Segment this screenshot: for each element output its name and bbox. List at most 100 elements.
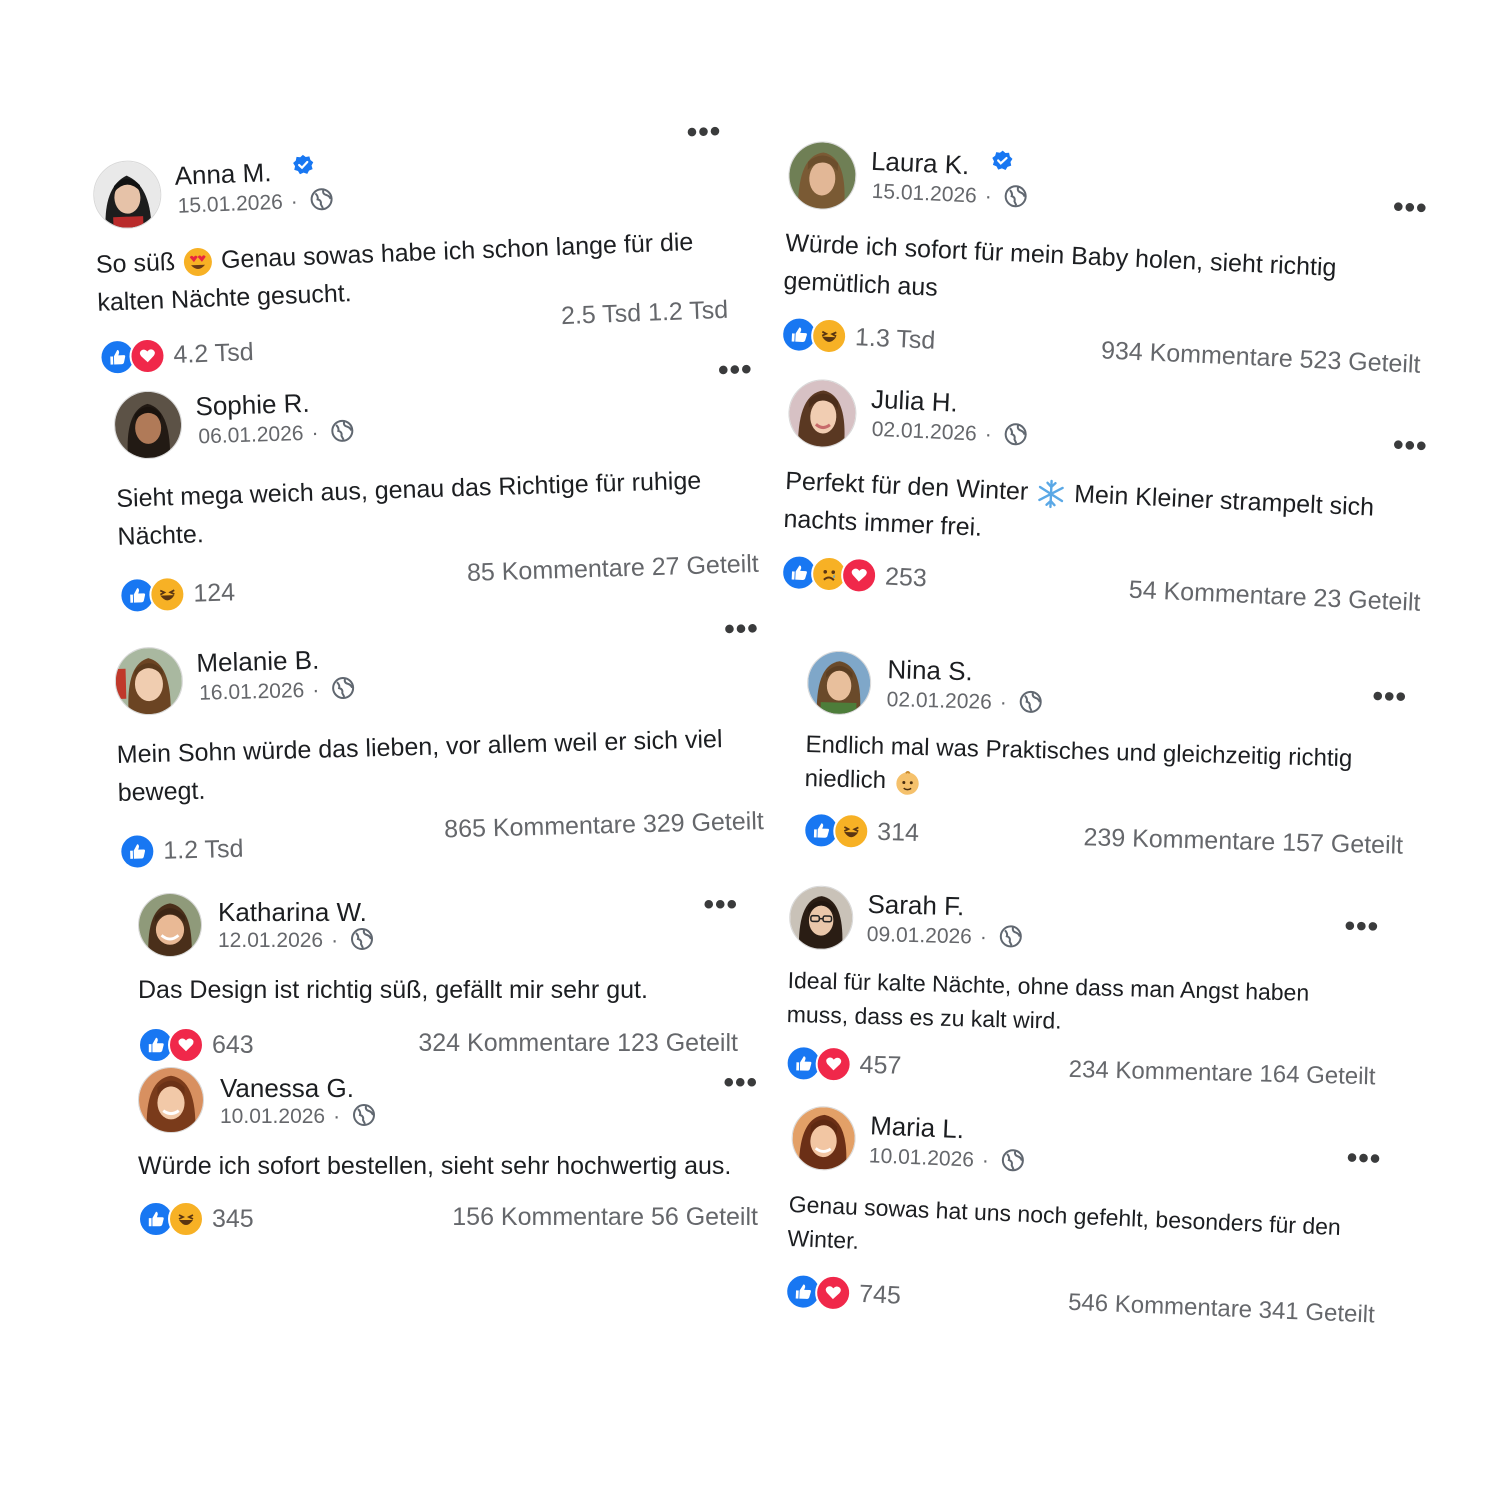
- reaction-count: 124: [192, 577, 236, 608]
- globe-icon: [1001, 1149, 1024, 1172]
- post-meta: 12.01.2026 ·: [218, 928, 374, 953]
- comment-card: Katharina W. 12.01.2026 · ••• Das Design …: [138, 890, 738, 1071]
- reaction-summary[interactable]: 253: [780, 553, 928, 597]
- post-meta: 06.01.2026 ·: [198, 420, 355, 449]
- comment-share-stats[interactable]: 2.5 Tsd 1.2 Tsd: [560, 296, 728, 331]
- author-name[interactable]: Sarah F.: [867, 889, 965, 922]
- comment-share-stats[interactable]: 234 Kommentare 164 Geteilt: [1068, 1056, 1375, 1091]
- comment-text: Perfekt für den Winter Mein Kleiner stram…: [782, 466, 1375, 542]
- reaction-summary[interactable]: 1.2 Tsd: [118, 831, 244, 870]
- meta-separator: ·: [311, 421, 319, 445]
- avatar[interactable]: [113, 389, 184, 460]
- more-horizontal-icon[interactable]: •••: [1392, 190, 1428, 225]
- post-date[interactable]: 10.01.2026: [868, 1144, 974, 1171]
- haha-reaction-icon: [810, 317, 848, 355]
- post-date[interactable]: 02.01.2026: [886, 688, 992, 714]
- post-meta: 16.01.2026 ·: [199, 677, 356, 706]
- reaction-count: 745: [858, 1279, 902, 1310]
- globe-icon: [1004, 185, 1027, 208]
- reaction-summary[interactable]: 124: [118, 574, 236, 614]
- author-name[interactable]: Sophie R.: [195, 388, 310, 423]
- avatar[interactable]: [788, 885, 854, 951]
- comment-share-stats[interactable]: 239 Kommentare 157 Geteilt: [1083, 823, 1403, 860]
- comment-share-stats[interactable]: 85 Kommentare 27 Geteilt: [467, 550, 760, 588]
- post-date[interactable]: 09.01.2026: [867, 923, 973, 949]
- more-horizontal-icon[interactable]: •••: [686, 115, 722, 149]
- avatar[interactable]: [806, 650, 872, 716]
- reaction-summary[interactable]: 1.3 Tsd: [780, 315, 936, 359]
- globe-icon: [1004, 423, 1027, 446]
- more-horizontal-icon[interactable]: •••: [718, 353, 754, 387]
- author-name[interactable]: Nina S.: [887, 654, 973, 687]
- author-name[interactable]: Katharina W.: [218, 897, 367, 928]
- globe-icon: [353, 1104, 376, 1127]
- comment-share-stats[interactable]: 324 Kommentare 123 Geteilt: [418, 1029, 738, 1058]
- comment-share-stats[interactable]: 54 Kommentare 23 Geteilt: [1128, 576, 1421, 618]
- more-horizontal-icon[interactable]: •••: [1344, 910, 1379, 944]
- comment-share-stats[interactable]: 934 Kommentare 523 Geteilt: [1100, 336, 1422, 379]
- comment-share-stats[interactable]: 156 Kommentare 56 Geteilt: [452, 1203, 758, 1232]
- comment-card: Vanessa G. 10.01.2026 · ••• Würde ich sof…: [138, 1067, 758, 1245]
- avatar[interactable]: [92, 159, 163, 230]
- reaction-summary[interactable]: 643: [138, 1027, 254, 1063]
- author-name[interactable]: Laura K.: [870, 146, 1013, 183]
- more-horizontal-icon[interactable]: •••: [1346, 1141, 1382, 1175]
- comment-card: Sarah F. 09.01.2026 · ••• Ideal für kalte…: [785, 885, 1380, 1103]
- comment-share-stats[interactable]: 865 Kommentare 329 Geteilt: [444, 807, 764, 844]
- reaction-summary[interactable]: 745: [784, 1272, 902, 1314]
- post-date[interactable]: 10.01.2026: [220, 1105, 325, 1128]
- author-name[interactable]: Julia H.: [870, 384, 958, 419]
- avatar[interactable]: [138, 893, 202, 957]
- reaction-count: 4.2 Tsd: [172, 337, 255, 369]
- avatar[interactable]: [138, 1067, 204, 1133]
- globe-icon: [331, 420, 354, 443]
- more-horizontal-icon[interactable]: •••: [723, 1068, 758, 1098]
- post-date[interactable]: 06.01.2026: [198, 422, 304, 448]
- like-reaction-icon: [118, 832, 156, 870]
- meta-separator: ·: [979, 925, 988, 949]
- more-horizontal-icon[interactable]: •••: [703, 890, 738, 920]
- comment-card: Sophie R. 06.01.2026 · ••• Sieht mega wei…: [113, 353, 760, 622]
- haha-reaction-icon: [148, 575, 186, 613]
- meta-separator: ·: [984, 422, 993, 447]
- author-name[interactable]: Melanie B.: [196, 645, 320, 679]
- author-name[interactable]: Vanessa G.: [220, 1073, 354, 1104]
- post-meta: 10.01.2026 ·: [868, 1144, 1025, 1175]
- post-date[interactable]: 12.01.2026: [218, 929, 323, 952]
- avatar[interactable]: [786, 378, 858, 450]
- comment-text: Würde ich sofort für mein Baby holen, si…: [782, 228, 1338, 302]
- meta-separator: ·: [981, 1148, 990, 1173]
- reaction-count: 1.2 Tsd: [162, 834, 244, 865]
- author-name[interactable]: Anna M.: [174, 154, 315, 191]
- comment-card: Anna M. 15.01.2026 · ••• So süß Genau sowa…: [92, 115, 730, 384]
- reaction-summary[interactable]: 4.2 Tsd: [98, 334, 255, 376]
- reaction-summary[interactable]: 345: [138, 1201, 254, 1237]
- more-horizontal-icon[interactable]: •••: [1372, 680, 1407, 714]
- post-meta: 15.01.2026 ·: [871, 180, 1028, 211]
- post-date[interactable]: 15.01.2026: [177, 191, 283, 218]
- comment-text: Ideal für kalte Nächte, ohne dass man An…: [786, 966, 1310, 1034]
- post-meta: 15.01.2026 ·: [177, 188, 334, 219]
- avatar[interactable]: [790, 1105, 857, 1172]
- comment-share-stats[interactable]: 546 Kommentare 341 Geteilt: [1068, 1289, 1376, 1330]
- meta-separator: ·: [999, 691, 1008, 715]
- comment-text: Mein Sohn würde das lieben, vor allem we…: [116, 725, 723, 807]
- love-reaction-icon: [840, 556, 878, 595]
- more-horizontal-icon[interactable]: •••: [724, 612, 759, 646]
- love-reaction-icon: [815, 1045, 853, 1083]
- more-horizontal-icon[interactable]: •••: [1392, 428, 1428, 463]
- reaction-summary[interactable]: 314: [802, 811, 920, 851]
- comment-text: Das Design ist richtig süß, gefällt mir …: [138, 976, 648, 1004]
- post-date[interactable]: 02.01.2026: [871, 418, 977, 446]
- post-meta: 02.01.2026 ·: [886, 688, 1043, 716]
- reaction-count: 643: [212, 1030, 254, 1059]
- avatar[interactable]: [114, 646, 184, 716]
- comment-card: Laura K. 15.01.2026 · ••• Würde ich sofor…: [780, 140, 1429, 389]
- reaction-count: 253: [884, 562, 928, 592]
- author-name[interactable]: Maria L.: [870, 1110, 965, 1145]
- post-date[interactable]: 15.01.2026: [871, 180, 977, 208]
- avatar[interactable]: [786, 140, 858, 212]
- post-date[interactable]: 16.01.2026: [199, 679, 305, 705]
- comment-text: Würde ich sofort bestellen, sieht sehr h…: [138, 1152, 732, 1180]
- reaction-summary[interactable]: 457: [785, 1044, 902, 1084]
